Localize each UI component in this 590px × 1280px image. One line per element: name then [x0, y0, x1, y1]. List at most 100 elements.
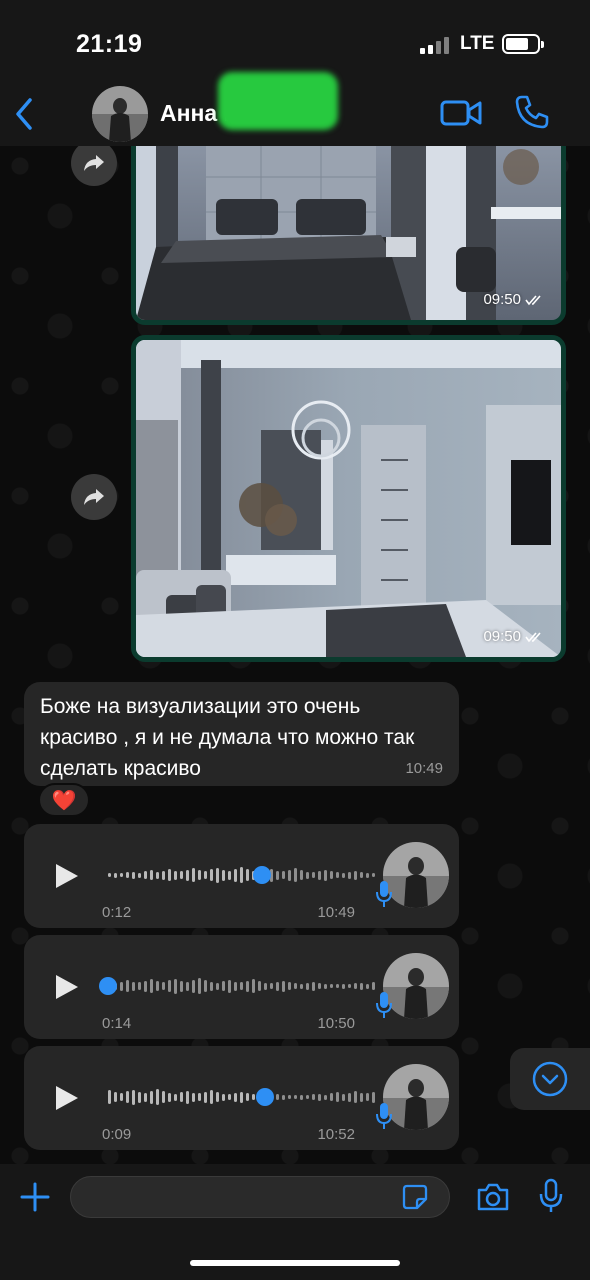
waveform-bar	[228, 1094, 231, 1100]
waveform-bar	[372, 982, 375, 990]
waveform-bar	[108, 873, 111, 877]
waveform[interactable]	[108, 864, 378, 886]
read-receipt-icon	[525, 294, 541, 305]
waveform-bar	[336, 984, 339, 988]
microphone-icon[interactable]	[538, 1178, 564, 1214]
home-indicator	[190, 1260, 400, 1266]
waveform-bar	[132, 871, 135, 879]
input-bar	[0, 1164, 590, 1280]
waveform-bar	[234, 981, 237, 991]
signal-icon	[420, 36, 452, 54]
waveform-bar	[222, 1093, 225, 1101]
waveform-bar	[366, 983, 369, 989]
waveform-bar	[360, 1092, 363, 1102]
waveform-bar	[306, 1095, 309, 1099]
image-timestamp: 09:50	[483, 291, 545, 308]
play-icon[interactable]	[54, 862, 80, 890]
waveform[interactable]	[108, 1086, 378, 1108]
message-timestamp: 10:49	[405, 760, 443, 777]
contact-avatar[interactable]	[92, 86, 148, 142]
voice-message[interactable]: 0:09 10:52	[24, 1046, 459, 1150]
waveform-bar	[174, 1093, 177, 1101]
waveform-bar	[210, 1090, 213, 1104]
waveform[interactable]	[108, 975, 378, 997]
waveform-bar	[240, 982, 243, 990]
waveform-bar	[186, 981, 189, 991]
plus-icon[interactable]	[20, 1182, 50, 1212]
play-icon[interactable]	[54, 1084, 80, 1112]
waveform-bar	[276, 981, 279, 991]
video-call-icon[interactable]	[440, 96, 482, 130]
microphone-icon	[376, 992, 392, 1018]
waveform-bar	[138, 872, 141, 878]
waveform-bar	[222, 869, 225, 881]
waveform-bar	[264, 982, 267, 990]
waveform-bar	[360, 982, 363, 990]
battery-icon	[502, 34, 544, 54]
waveform-bar	[108, 1090, 111, 1104]
waveform-bar	[114, 872, 117, 878]
waveform-bar	[288, 869, 291, 881]
waveform-bar	[114, 1092, 117, 1102]
voice-timestamp: 10:52	[317, 1126, 355, 1143]
waveform-bar	[210, 869, 213, 881]
playback-scrubber[interactable]	[252, 866, 271, 884]
waveform-bar	[330, 871, 333, 879]
waveform-bar	[324, 869, 327, 881]
waveform-bar	[204, 980, 207, 992]
voice-message[interactable]: 0:14 10:50	[24, 935, 459, 1039]
waveform-bar	[120, 981, 123, 991]
waveform-bar	[354, 1091, 357, 1103]
voice-timestamp: 10:50	[317, 1015, 355, 1032]
waveform-bar	[300, 1094, 303, 1100]
play-icon[interactable]	[54, 973, 80, 1001]
message-text: Боже на визуализации это очень красиво ,…	[40, 695, 415, 780]
chat-area[interactable]: 09:50 09:50 Боже на визуализации это оче…	[0, 146, 590, 1164]
waveform-bar	[276, 870, 279, 880]
waveform-bar	[312, 1094, 315, 1100]
waveform-bar	[180, 871, 183, 879]
heart-reaction[interactable]: ❤️	[38, 783, 90, 817]
waveform-bar	[348, 871, 351, 879]
waveform-bar	[120, 1093, 123, 1101]
waveform-bar	[168, 869, 171, 881]
camera-icon[interactable]	[476, 1182, 510, 1212]
waveform-bar	[336, 1092, 339, 1102]
waveform-bar	[324, 983, 327, 989]
waveform-bar	[342, 983, 345, 989]
playback-scrubber[interactable]	[255, 1088, 274, 1106]
waveform-bar	[342, 1093, 345, 1101]
waveform-bar	[222, 981, 225, 991]
text-message[interactable]: Боже на визуализации это очень красиво ,…	[24, 682, 459, 786]
phone-icon[interactable]	[514, 94, 550, 130]
waveform-bar	[138, 982, 141, 990]
waveform-bar	[138, 1091, 141, 1103]
forward-button[interactable]	[71, 146, 117, 186]
waveform-bar	[168, 980, 171, 992]
waveform-bar	[300, 983, 303, 989]
waveform-bar	[216, 867, 219, 883]
waveform-bar	[150, 979, 153, 993]
forward-button[interactable]	[71, 474, 117, 520]
waveform-bar	[282, 871, 285, 879]
waveform-bar	[336, 872, 339, 878]
scroll-to-bottom-button[interactable]	[510, 1048, 590, 1110]
voice-duration: 0:12	[102, 904, 132, 921]
waveform-bar	[246, 869, 249, 881]
bedroom-photo	[136, 340, 561, 657]
waveform-bar	[150, 870, 153, 880]
voice-message[interactable]: 0:12 10:49	[24, 824, 459, 928]
waveform-bar	[204, 871, 207, 879]
playback-scrubber[interactable]	[99, 977, 117, 995]
sticker-icon[interactable]	[402, 1184, 428, 1210]
waveform-bar	[144, 980, 147, 992]
waveform-bar	[156, 871, 159, 879]
image-message[interactable]: 09:50	[131, 146, 566, 325]
back-icon[interactable]	[10, 94, 38, 134]
image-message[interactable]: 09:50	[131, 335, 566, 662]
waveform-bar	[234, 868, 237, 882]
waveform-bar	[252, 1094, 255, 1100]
waveform-bar	[324, 1094, 327, 1100]
waveform-bar	[156, 981, 159, 991]
message-input[interactable]	[70, 1176, 450, 1218]
